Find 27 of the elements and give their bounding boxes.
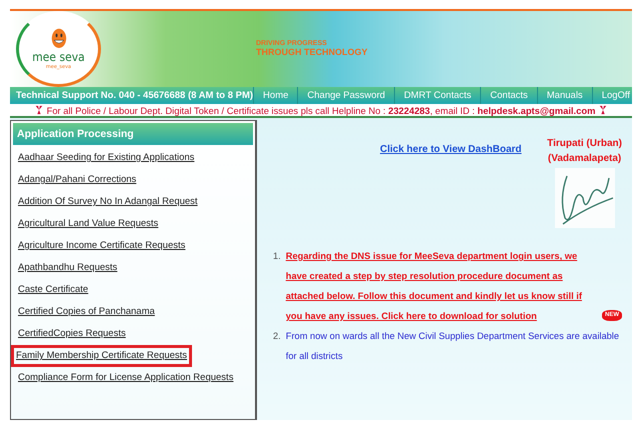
sidebar-link[interactable]: Agriculture Income Certificate Requests — [13, 235, 190, 257]
sidebar-link[interactable]: Adangal/Pahani Corrections — [13, 169, 142, 191]
sidebar-link[interactable]: Agricultural Land Value Requests — [13, 213, 164, 235]
sidebar-link[interactable]: Family Membership Certificate Requests — [11, 345, 192, 367]
announcement-text: From now on wards all the New Civil Supplies Department Services are available for all districts — [286, 330, 620, 363]
smiley-logo-icon — [50, 28, 68, 50]
slogan-text: THROUGH TECHNOLOGY — [256, 47, 368, 58]
sidebar-link[interactable]: Caste Certificate — [13, 279, 94, 301]
support-number: Technical Support No. 040 - 45676688 (8 AM to 8 PM) — [15, 90, 254, 101]
signature-drawing — [554, 168, 615, 228]
sidebar-link[interactable]: Aadhaar Seeding for Existing Applications — [13, 147, 200, 169]
sidebar-link[interactable]: CertifiedCopies Requests — [13, 323, 131, 345]
location-text: Tirupati (Urban) — [547, 138, 622, 149]
location-text: (Vadamalapeta) — [548, 153, 622, 164]
hazard-icon — [34, 105, 44, 116]
sidebar-link[interactable]: Addition Of Survey No In Adangal Request — [13, 191, 203, 213]
announcement-link[interactable]: Regarding the DNS issue for MeeSeva department login users, we have created a step by step resolution procedure document as attached below. Follow this document and kindly let us know still if you have any issues. Click here to download for solution — [286, 246, 599, 326]
sidebar-link[interactable]: Compliance Form for License Application Requests — [13, 367, 238, 389]
helpline-notice: For all Police / Labour Dept. Digital Token / Certificate issues pls call Helpline No : 23224283, email ID : helpdesk.apts@gmail.com — [46, 104, 596, 116]
logo-text: mee seva — [32, 50, 85, 64]
hazard-icon — [598, 105, 608, 116]
dashboard-link[interactable]: Click here to View DashBoard — [380, 144, 522, 228]
list-number: 2. — [273, 330, 281, 343]
list-number: 1. — [273, 250, 281, 263]
sidebar-link[interactable]: Certified Copies of Panchanama — [13, 301, 160, 323]
sidebar-link[interactable]: Apathbandhu Requests — [13, 257, 122, 279]
sidebar-title: Application Processing — [13, 123, 253, 145]
